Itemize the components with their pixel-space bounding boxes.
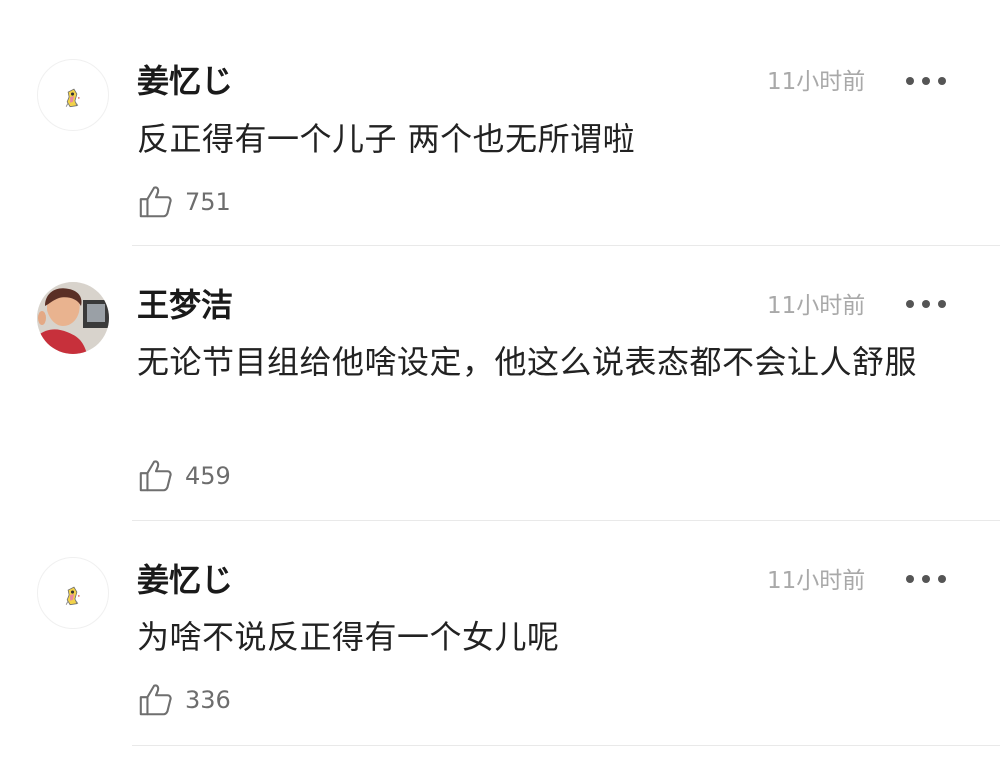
comment-time: 11小时前 <box>767 69 866 95</box>
like-count: 751 <box>185 188 231 216</box>
user-avatar[interactable] <box>37 59 109 131</box>
sticker-avatar-icon <box>65 88 80 108</box>
divider <box>132 745 1000 746</box>
comment-text: 为啥不说反正得有一个女儿呢 <box>137 618 560 656</box>
like-button[interactable]: 751 <box>137 182 231 222</box>
user-avatar[interactable] <box>37 282 109 354</box>
thumbs-up-icon <box>139 460 172 492</box>
comment-text: 无论节目组给他啥设定，他这么说表态都不会让人舒服 <box>137 343 918 381</box>
like-button[interactable]: 459 <box>137 456 231 496</box>
photo-avatar-icon <box>37 282 109 354</box>
thumbs-up-icon <box>139 684 172 716</box>
more-options-icon[interactable] <box>906 74 946 88</box>
thumbs-up-icon <box>139 186 172 218</box>
username[interactable]: 姜忆じ <box>137 560 233 600</box>
divider <box>132 245 1000 246</box>
username[interactable]: 王梦洁 <box>137 285 233 325</box>
like-count: 336 <box>185 686 231 714</box>
user-avatar[interactable] <box>37 557 109 629</box>
comment-time: 11小时前 <box>767 568 866 594</box>
like-button[interactable]: 336 <box>137 680 231 720</box>
comment-time: 11小时前 <box>767 293 866 319</box>
divider <box>132 520 1000 521</box>
sticker-avatar-icon <box>65 586 80 606</box>
more-options-icon[interactable] <box>906 297 946 311</box>
username[interactable]: 姜忆じ <box>137 61 233 101</box>
more-options-icon[interactable] <box>906 572 946 586</box>
like-count: 459 <box>185 462 231 490</box>
comment-text: 反正得有一个儿子 两个也无所谓啦 <box>137 120 636 158</box>
